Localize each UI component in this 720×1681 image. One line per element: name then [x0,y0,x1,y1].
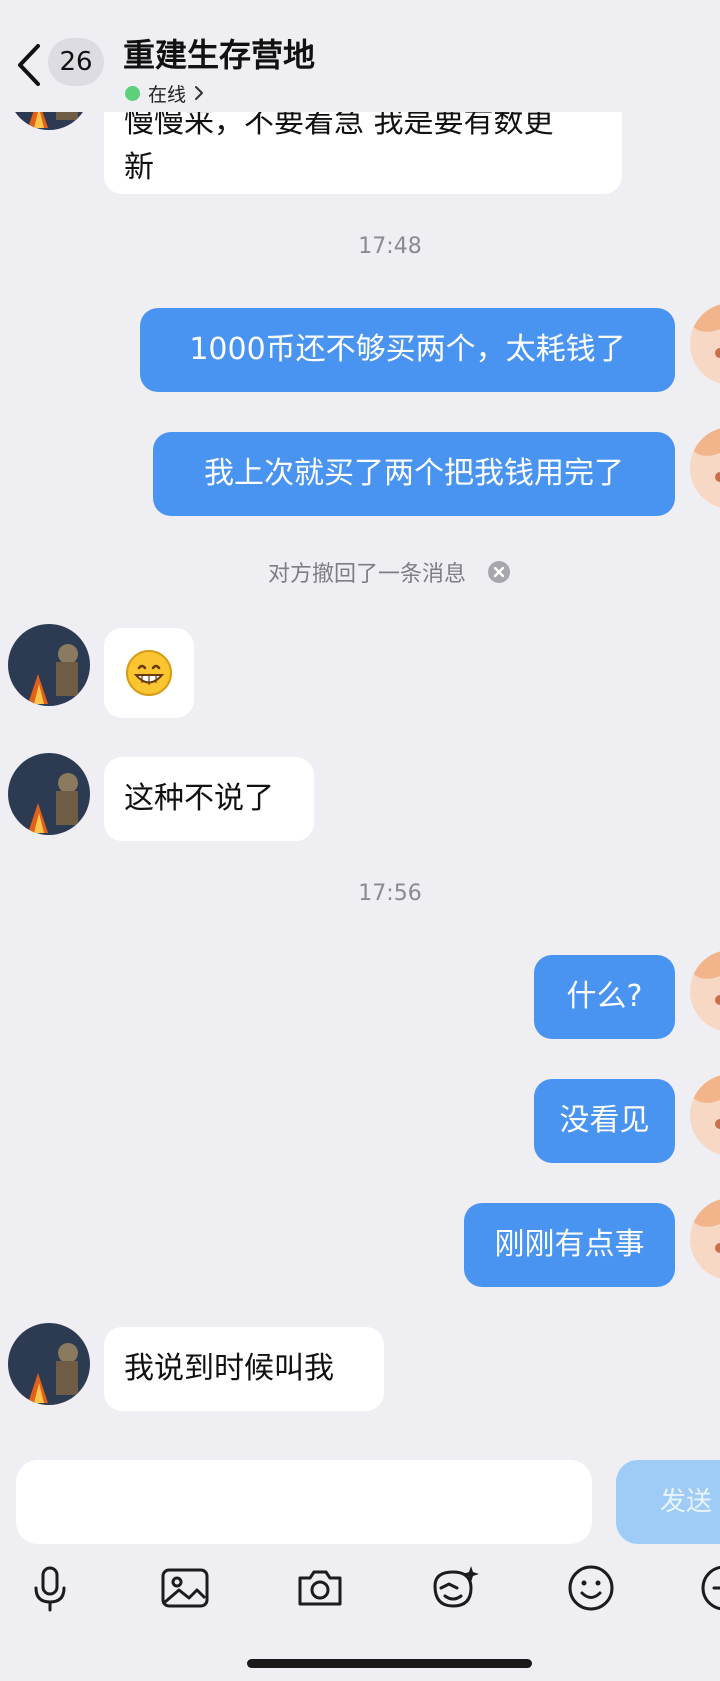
message-bubble[interactable]: 这种不说了 [104,757,314,841]
chat-title[interactable]: 重建生存营地 [123,30,315,76]
chat-screen: 慢慢来，不要着急 我是要有数更 新 17:48 1000币还不够买两个，太耗钱了… [0,0,720,1681]
anime-avatar-image [690,950,720,1032]
anime-avatar-image [690,1198,720,1280]
chevron-right-icon [195,86,204,100]
avatar[interactable] [8,753,90,835]
anime-avatar-image [690,1074,720,1156]
avatar[interactable] [690,427,720,509]
send-button[interactable]: 发送 [616,1460,720,1544]
status-text: 在线 [148,83,187,106]
avatar[interactable] [690,1198,720,1280]
anime-avatar-image [690,303,720,385]
close-icon[interactable] [488,561,511,583]
message-text: 我说到时候叫我 [124,1351,334,1386]
online-status[interactable]: 在线 [125,80,206,106]
unread-count-badge[interactable]: 26 [48,38,104,86]
image-icon[interactable] [157,1560,213,1616]
emoji-icon[interactable] [563,1560,619,1616]
message-text: 刚刚有点事 [494,1227,645,1262]
message-input[interactable] [16,1460,592,1544]
camera-icon[interactable] [292,1560,348,1616]
message-bubble[interactable]: 1000币还不够买两个，太耗钱了 [140,308,675,392]
chevron-left-icon [18,44,40,86]
message-bubble[interactable]: 我上次就买了两个把我钱用完了 [153,432,675,516]
message-text: 我上次就买了两个把我钱用完了 [204,456,624,491]
message-text: 没看见 [559,1103,650,1138]
timestamp: 17:48 [358,234,422,259]
toolbar [0,1560,720,1620]
sticker-icon[interactable] [427,1560,483,1616]
campfire-avatar-image [8,624,90,706]
message-bubble[interactable]: 什么? [534,955,675,1039]
avatar[interactable] [690,950,720,1032]
avatar[interactable] [690,1074,720,1156]
microphone-icon[interactable] [22,1560,78,1616]
composer-bar: 发送 [0,1450,720,1681]
message-text: 1000币还不够买两个，太耗钱了 [189,332,626,367]
plus-icon[interactable] [696,1560,720,1616]
anime-avatar-image [690,427,720,509]
online-dot-icon [125,85,140,101]
message-bubble[interactable]: 没看见 [534,1079,675,1163]
chat-header: 26 重建生存营地 在线 [0,0,720,112]
message-text: 这种不说了 [124,781,274,816]
timestamp: 17:56 [358,881,422,906]
campfire-avatar-image [8,1323,90,1405]
avatar[interactable] [8,624,90,706]
message-text: 新 [124,150,154,185]
message-text: 什么? [566,979,643,1014]
message-bubble[interactable]: 刚刚有点事 [464,1203,675,1287]
avatar[interactable] [690,303,720,385]
grinning-emoji-icon [126,650,172,696]
message-list[interactable]: 慢慢来，不要着急 我是要有数更 新 17:48 1000币还不够买两个，太耗钱了… [0,0,720,1450]
message-bubble[interactable] [104,628,194,718]
recall-text: 对方撤回了一条消息 [268,562,467,587]
recall-notice: 对方撤回了一条消息 [268,557,511,587]
message-bubble[interactable]: 我说到时候叫我 [104,1327,384,1411]
campfire-avatar-image [8,753,90,835]
avatar[interactable] [8,1323,90,1405]
back-button[interactable] [12,40,46,90]
home-indicator[interactable] [247,1659,532,1668]
